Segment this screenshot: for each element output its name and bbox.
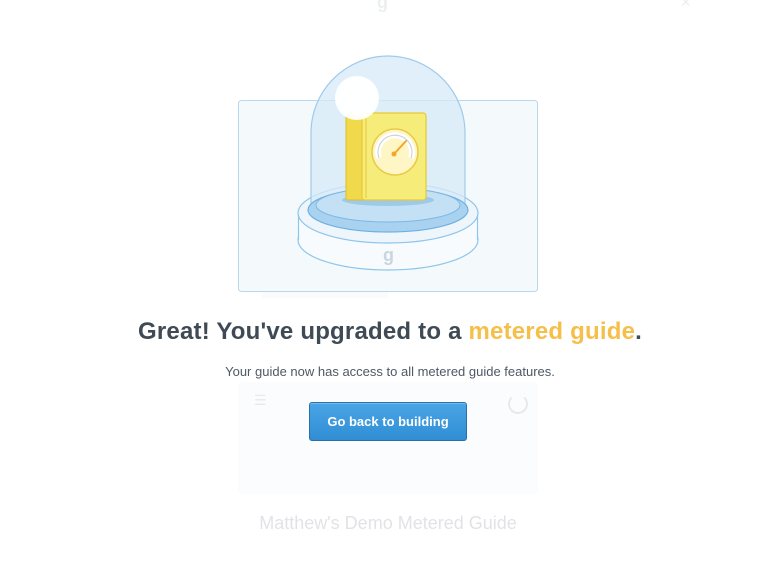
background-guide-title: Matthew's Demo Metered Guide [259,513,517,533]
upgrade-success-screen: g ✕ ☰ Matthew's Demo Metered Guide g Gre… [0,0,780,565]
metered-guide-illustration: g [238,55,538,295]
pedestal-logo: g [383,245,394,265]
headline-prefix: Great! You've upgraded to a [138,318,469,345]
background-close-icon: ✕ [680,0,692,10]
background-menu-icon: ☰ [254,392,267,408]
success-subtext: Your guide now has access to all metered… [225,364,555,379]
success-headline: Great! You've upgraded to a metered guid… [0,318,780,346]
background-refresh-icon [508,394,528,414]
go-back-to-building-button[interactable]: Go back to building [309,402,467,441]
background-logo: g [377,0,388,12]
headline-suffix: . [635,318,642,345]
headline-accent: metered guide [468,318,636,345]
